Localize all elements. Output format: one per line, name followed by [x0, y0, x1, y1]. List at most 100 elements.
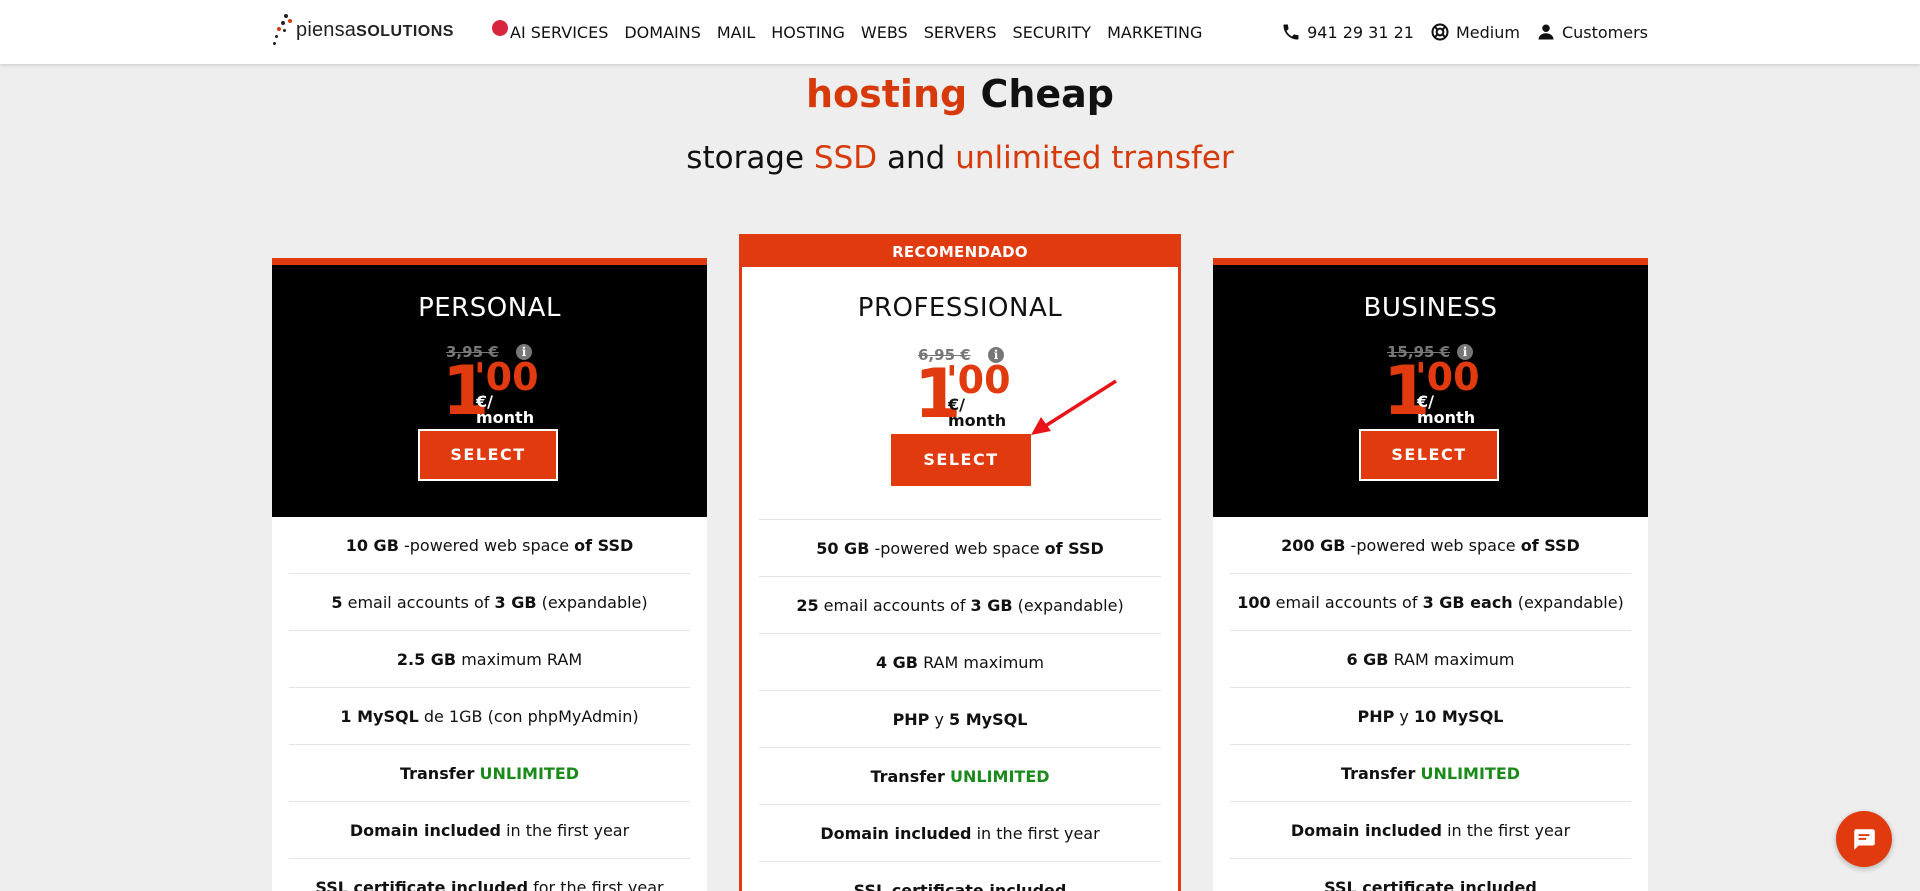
feature-row: PHP y 5 MySQL	[759, 691, 1161, 748]
feature-text: 25	[796, 596, 819, 615]
chat-button[interactable]	[1836, 811, 1892, 867]
feature-text: RAM maximum	[918, 653, 1045, 672]
divider	[759, 519, 1161, 520]
customers-label: Customers	[1561, 22, 1648, 42]
feature-text: (expandable)	[1012, 596, 1124, 615]
feature-text: PHP	[1357, 707, 1395, 726]
select-button[interactable]: SELECT	[1359, 429, 1499, 481]
recommended-banner: RECOMENDADO	[742, 237, 1178, 267]
support-link[interactable]: Medium	[1430, 22, 1520, 42]
feature-text: 100	[1237, 593, 1271, 612]
utility-nav: 941 29 31 21 Medium Customers	[1281, 0, 1648, 64]
red-arrow-annotation	[1031, 379, 1117, 435]
feature-row: PHP y 10 MySQL	[1230, 688, 1631, 745]
feature-text: SSL certificate included	[1324, 878, 1537, 891]
price-decimal: '00	[474, 355, 539, 399]
price-unit: €/month	[948, 395, 1007, 430]
feature-row: SSL certificate included	[759, 862, 1161, 891]
select-button[interactable]: SELECT	[418, 429, 558, 481]
feature-text: de 1GB (con phpMyAdmin)	[418, 707, 639, 726]
feature-row: Domain included in the first year	[289, 802, 690, 859]
plan-name: PROFESSIONAL	[857, 293, 1063, 323]
feature-text: 6 GB	[1346, 650, 1389, 669]
feature-text: PHP	[892, 710, 930, 729]
feature-text: 3 GB	[970, 596, 1013, 615]
nav-ai-services[interactable]: AI SERVICES	[492, 20, 609, 42]
price-decimal: '00	[946, 358, 1011, 402]
feature-text: in the first year	[971, 824, 1100, 843]
feature-text: email accounts of	[342, 593, 495, 612]
feature-text: UNLIMITED	[479, 764, 580, 783]
plan-card-business: BUSINESS 15,95 € i 1 '00 €/month SELECT …	[1213, 258, 1648, 891]
feature-text: 4 GB	[875, 653, 918, 672]
feature-row: Domain included in the first year	[759, 805, 1161, 862]
feature-row: 10 GB -powered web space of SSD	[289, 517, 690, 574]
logo-wordmark: piensaSOLUTIONS	[296, 18, 454, 41]
plan-card-professional: RECOMENDADO PROFESSIONAL 6,95 € i 1 '00 …	[739, 234, 1181, 891]
feature-text: Domain included	[1290, 821, 1443, 840]
feature-text: 5 MySQL	[949, 710, 1028, 729]
customers-link[interactable]: Customers	[1536, 22, 1648, 42]
feature-text: email accounts of	[818, 596, 971, 615]
feature-row: Transfer UNLIMITED	[759, 748, 1161, 805]
feature-row: Transfer UNLIMITED	[1230, 745, 1631, 802]
lifebuoy-icon	[1431, 23, 1449, 41]
feature-row: 2.5 GB maximum RAM	[289, 631, 690, 688]
feature-row: 25 email accounts of 3 GB (expandable)	[759, 577, 1161, 634]
feature-row: 1 MySQL de 1GB (con phpMyAdmin)	[289, 688, 690, 745]
feature-text: y	[1394, 707, 1414, 726]
main-nav: AI SERVICES DOMAINS MAIL HOSTING WEBS SE…	[492, 0, 1202, 64]
feature-text: 3 GB each	[1422, 593, 1513, 612]
feature-text: Transfer	[399, 764, 475, 783]
phone-link[interactable]: 941 29 31 21	[1281, 22, 1414, 42]
feature-text: 3 GB	[494, 593, 537, 612]
plan-card-personal: PERSONAL 3,95 € i 1 '00 €/month SELECT 1…	[272, 258, 707, 891]
feature-text: 200 GB	[1281, 536, 1346, 555]
feature-text: Domain included	[349, 821, 502, 840]
page-subtitle: storage SSD and unlimited transfer	[686, 140, 1234, 176]
feature-text: SSL certificate included	[315, 878, 529, 891]
feature-text: -powered web space	[1345, 536, 1521, 555]
nav-servers[interactable]: SERVERS	[924, 23, 997, 42]
feature-row: 100 email accounts of 3 GB each (expanda…	[1230, 574, 1631, 631]
feature-text: in the first year	[501, 821, 630, 840]
select-button[interactable]: SELECT	[891, 434, 1031, 486]
feature-text: for the first year	[528, 878, 664, 891]
feature-text: 50 GB	[816, 539, 870, 558]
feature-row: Transfer UNLIMITED	[289, 745, 690, 802]
feature-text: UNLIMITED	[950, 767, 1050, 786]
nav-marketing[interactable]: MARKETING	[1107, 23, 1202, 42]
feature-text: Transfer	[870, 767, 945, 786]
nav-security[interactable]: SECURITY	[1013, 23, 1092, 42]
feature-text: 5	[331, 593, 343, 612]
feature-row: 50 GB -powered web space of SSD	[759, 520, 1161, 577]
nav-hosting[interactable]: HOSTING	[771, 23, 845, 42]
feature-text: -powered web space	[398, 536, 575, 555]
feature-text: of SSD	[574, 536, 634, 555]
feature-text: Domain included	[820, 824, 972, 843]
feature-text: (expandable)	[1512, 593, 1624, 612]
support-label: Medium	[1455, 22, 1520, 42]
feature-text: RAM maximum	[1388, 650, 1515, 669]
nav-mail[interactable]: MAIL	[717, 23, 755, 42]
ai-services-icon	[492, 20, 508, 36]
feature-row: 200 GB -powered web space of SSD	[1230, 517, 1631, 574]
page-title: hosting Cheap	[805, 72, 1115, 116]
feature-text: email accounts of	[1270, 593, 1423, 612]
nav-label: AI SERVICES	[510, 22, 609, 42]
feature-text: y	[929, 710, 950, 729]
nav-webs[interactable]: WEBS	[861, 23, 908, 42]
plan-name: BUSINESS	[1363, 293, 1498, 323]
site-logo[interactable]: piensaSOLUTIONS	[272, 12, 454, 48]
feature-row: Domain included in the first year	[1230, 802, 1631, 859]
nav-domains[interactable]: DOMAINS	[624, 23, 701, 42]
feature-text: in the first year	[1442, 821, 1571, 840]
plan-name: PERSONAL	[418, 293, 561, 323]
logo-dots-icon	[272, 12, 294, 48]
feature-text: -powered web space	[869, 539, 1045, 558]
feature-text: SSL certificate included	[853, 881, 1067, 891]
feature-row: 5 email accounts of 3 GB (expandable)	[289, 574, 690, 631]
feature-text: of SSD	[1520, 536, 1580, 555]
price-unit: €/month	[1417, 392, 1476, 427]
card-top-line	[1213, 258, 1648, 265]
